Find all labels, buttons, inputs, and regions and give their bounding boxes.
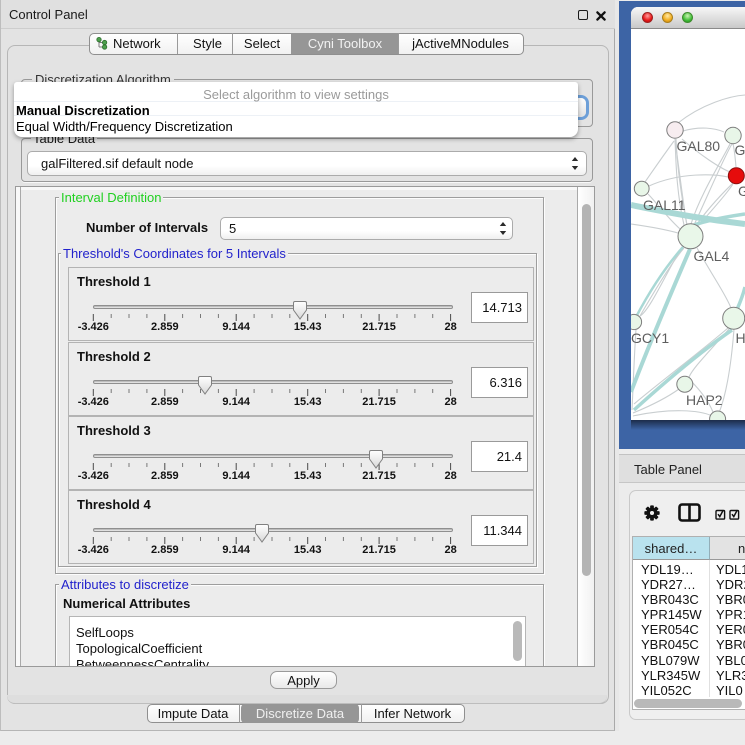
svg-text:GA: GA — [738, 183, 745, 199]
svg-text:HIS4: HIS4 — [736, 330, 745, 346]
svg-text:GAL2: GAL2 — [735, 142, 745, 158]
svg-text:GAL80: GAL80 — [677, 138, 721, 154]
svg-text:HAP2: HAP2 — [686, 392, 723, 408]
svg-text:GAL4: GAL4 — [694, 248, 730, 264]
svg-text:GAL11: GAL11 — [643, 197, 686, 213]
svg-text:GCY1: GCY1 — [631, 330, 669, 346]
